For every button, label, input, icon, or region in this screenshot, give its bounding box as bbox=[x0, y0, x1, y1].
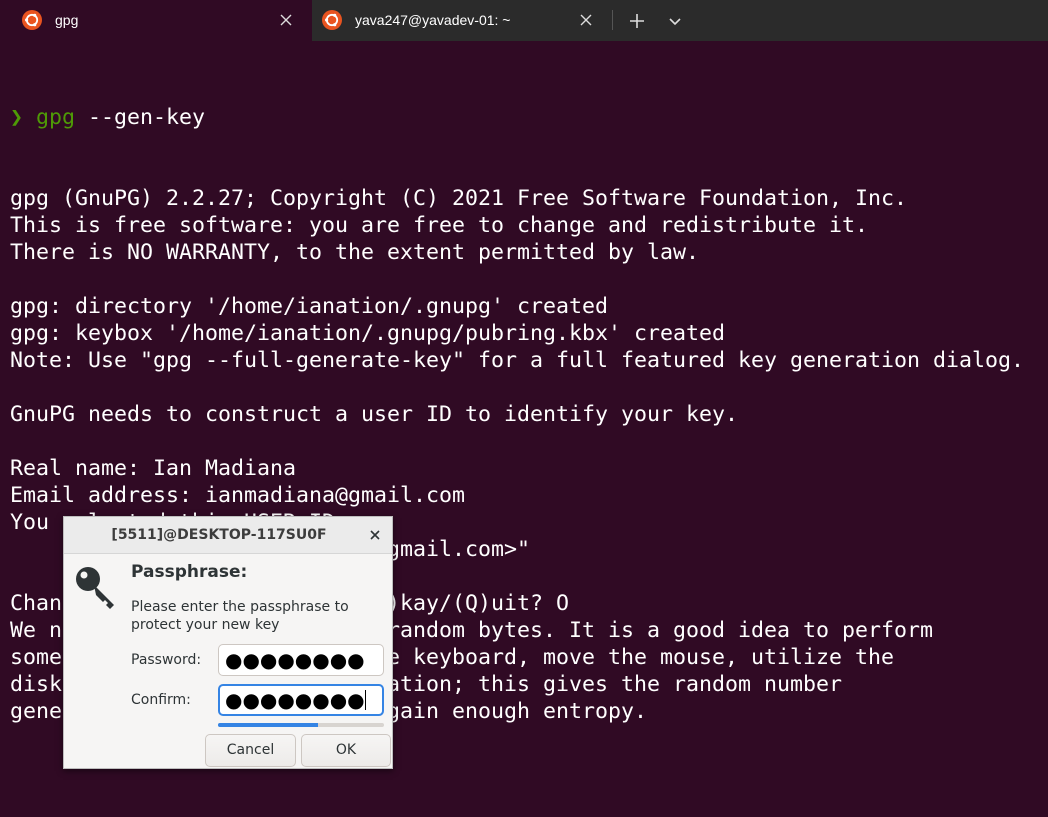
key-icon bbox=[72, 563, 120, 611]
terminal-line: Real name: Ian Madiana bbox=[10, 456, 297, 481]
dialog-title: [5511]@DESKTOP-117SU0F bbox=[111, 527, 327, 543]
password-label: Password: bbox=[131, 652, 202, 668]
prompt-symbol: ❯ bbox=[10, 105, 24, 130]
close-icon[interactable] bbox=[578, 12, 594, 28]
terminal-line: gpg: keybox '/home/ianation/.gnupg/pubri… bbox=[10, 321, 726, 346]
confirm-label: Confirm: bbox=[131, 692, 191, 708]
tab-yavadev[interactable]: yava247@yavadev-01: ~ bbox=[312, 0, 612, 41]
dialog-heading: Passphrase: bbox=[131, 562, 248, 582]
dialog-description: Please enter the passphrase to protect y… bbox=[131, 599, 349, 633]
cancel-button[interactable]: Cancel bbox=[205, 734, 296, 767]
terminal-line: Note: Use "gpg --full-generate-key" for … bbox=[10, 348, 1025, 373]
ubuntu-icon bbox=[22, 10, 42, 30]
text-caret bbox=[364, 690, 366, 710]
tab-label: yava247@yavadev-01: ~ bbox=[355, 12, 511, 28]
tab-separator bbox=[612, 10, 613, 30]
ubuntu-icon bbox=[322, 10, 342, 30]
password-field[interactable]: ●●●●●●●● bbox=[218, 644, 384, 676]
confirm-value: ●●●●●●●● bbox=[225, 688, 365, 712]
confirm-field[interactable]: ●●●●●●●● bbox=[218, 684, 384, 716]
passphrase-dialog: [5511]@DESKTOP-117SU0F Passphrase: Pleas… bbox=[63, 516, 393, 769]
passphrase-quality-fill bbox=[218, 723, 318, 727]
chevron-down-icon[interactable] bbox=[663, 9, 687, 33]
passphrase-quality-bar bbox=[218, 723, 384, 727]
command-name: gpg bbox=[36, 105, 76, 130]
terminal-line: Email address: ianmadiana@gmail.com bbox=[10, 483, 466, 508]
close-icon[interactable] bbox=[278, 12, 294, 28]
tab-bar: gpg yava247@yavadev-01: ~ bbox=[0, 0, 1048, 41]
dialog-titlebar[interactable]: [5511]@DESKTOP-117SU0F bbox=[64, 517, 392, 554]
terminal-line: This is free software: you are free to c… bbox=[10, 213, 869, 238]
command-line: ❯ gpg --gen-key bbox=[10, 104, 1040, 131]
terminal-line: gpg: directory '/home/ianation/.gnupg' c… bbox=[10, 294, 609, 319]
command-args: --gen-key bbox=[75, 105, 206, 130]
plus-icon[interactable] bbox=[625, 9, 649, 33]
terminal-line: GnuPG needs to construct a user ID to id… bbox=[10, 402, 739, 427]
ok-button[interactable]: OK bbox=[301, 734, 391, 767]
tab-gpg[interactable]: gpg bbox=[0, 0, 312, 41]
terminal-line: gpg (GnuPG) 2.2.27; Copyright (C) 2021 F… bbox=[10, 186, 908, 211]
close-icon[interactable] bbox=[368, 527, 382, 541]
password-value: ●●●●●●●● bbox=[225, 648, 365, 672]
tab-label: gpg bbox=[55, 12, 79, 28]
terminal-line: There is NO WARRANTY, to the extent perm… bbox=[10, 240, 700, 265]
